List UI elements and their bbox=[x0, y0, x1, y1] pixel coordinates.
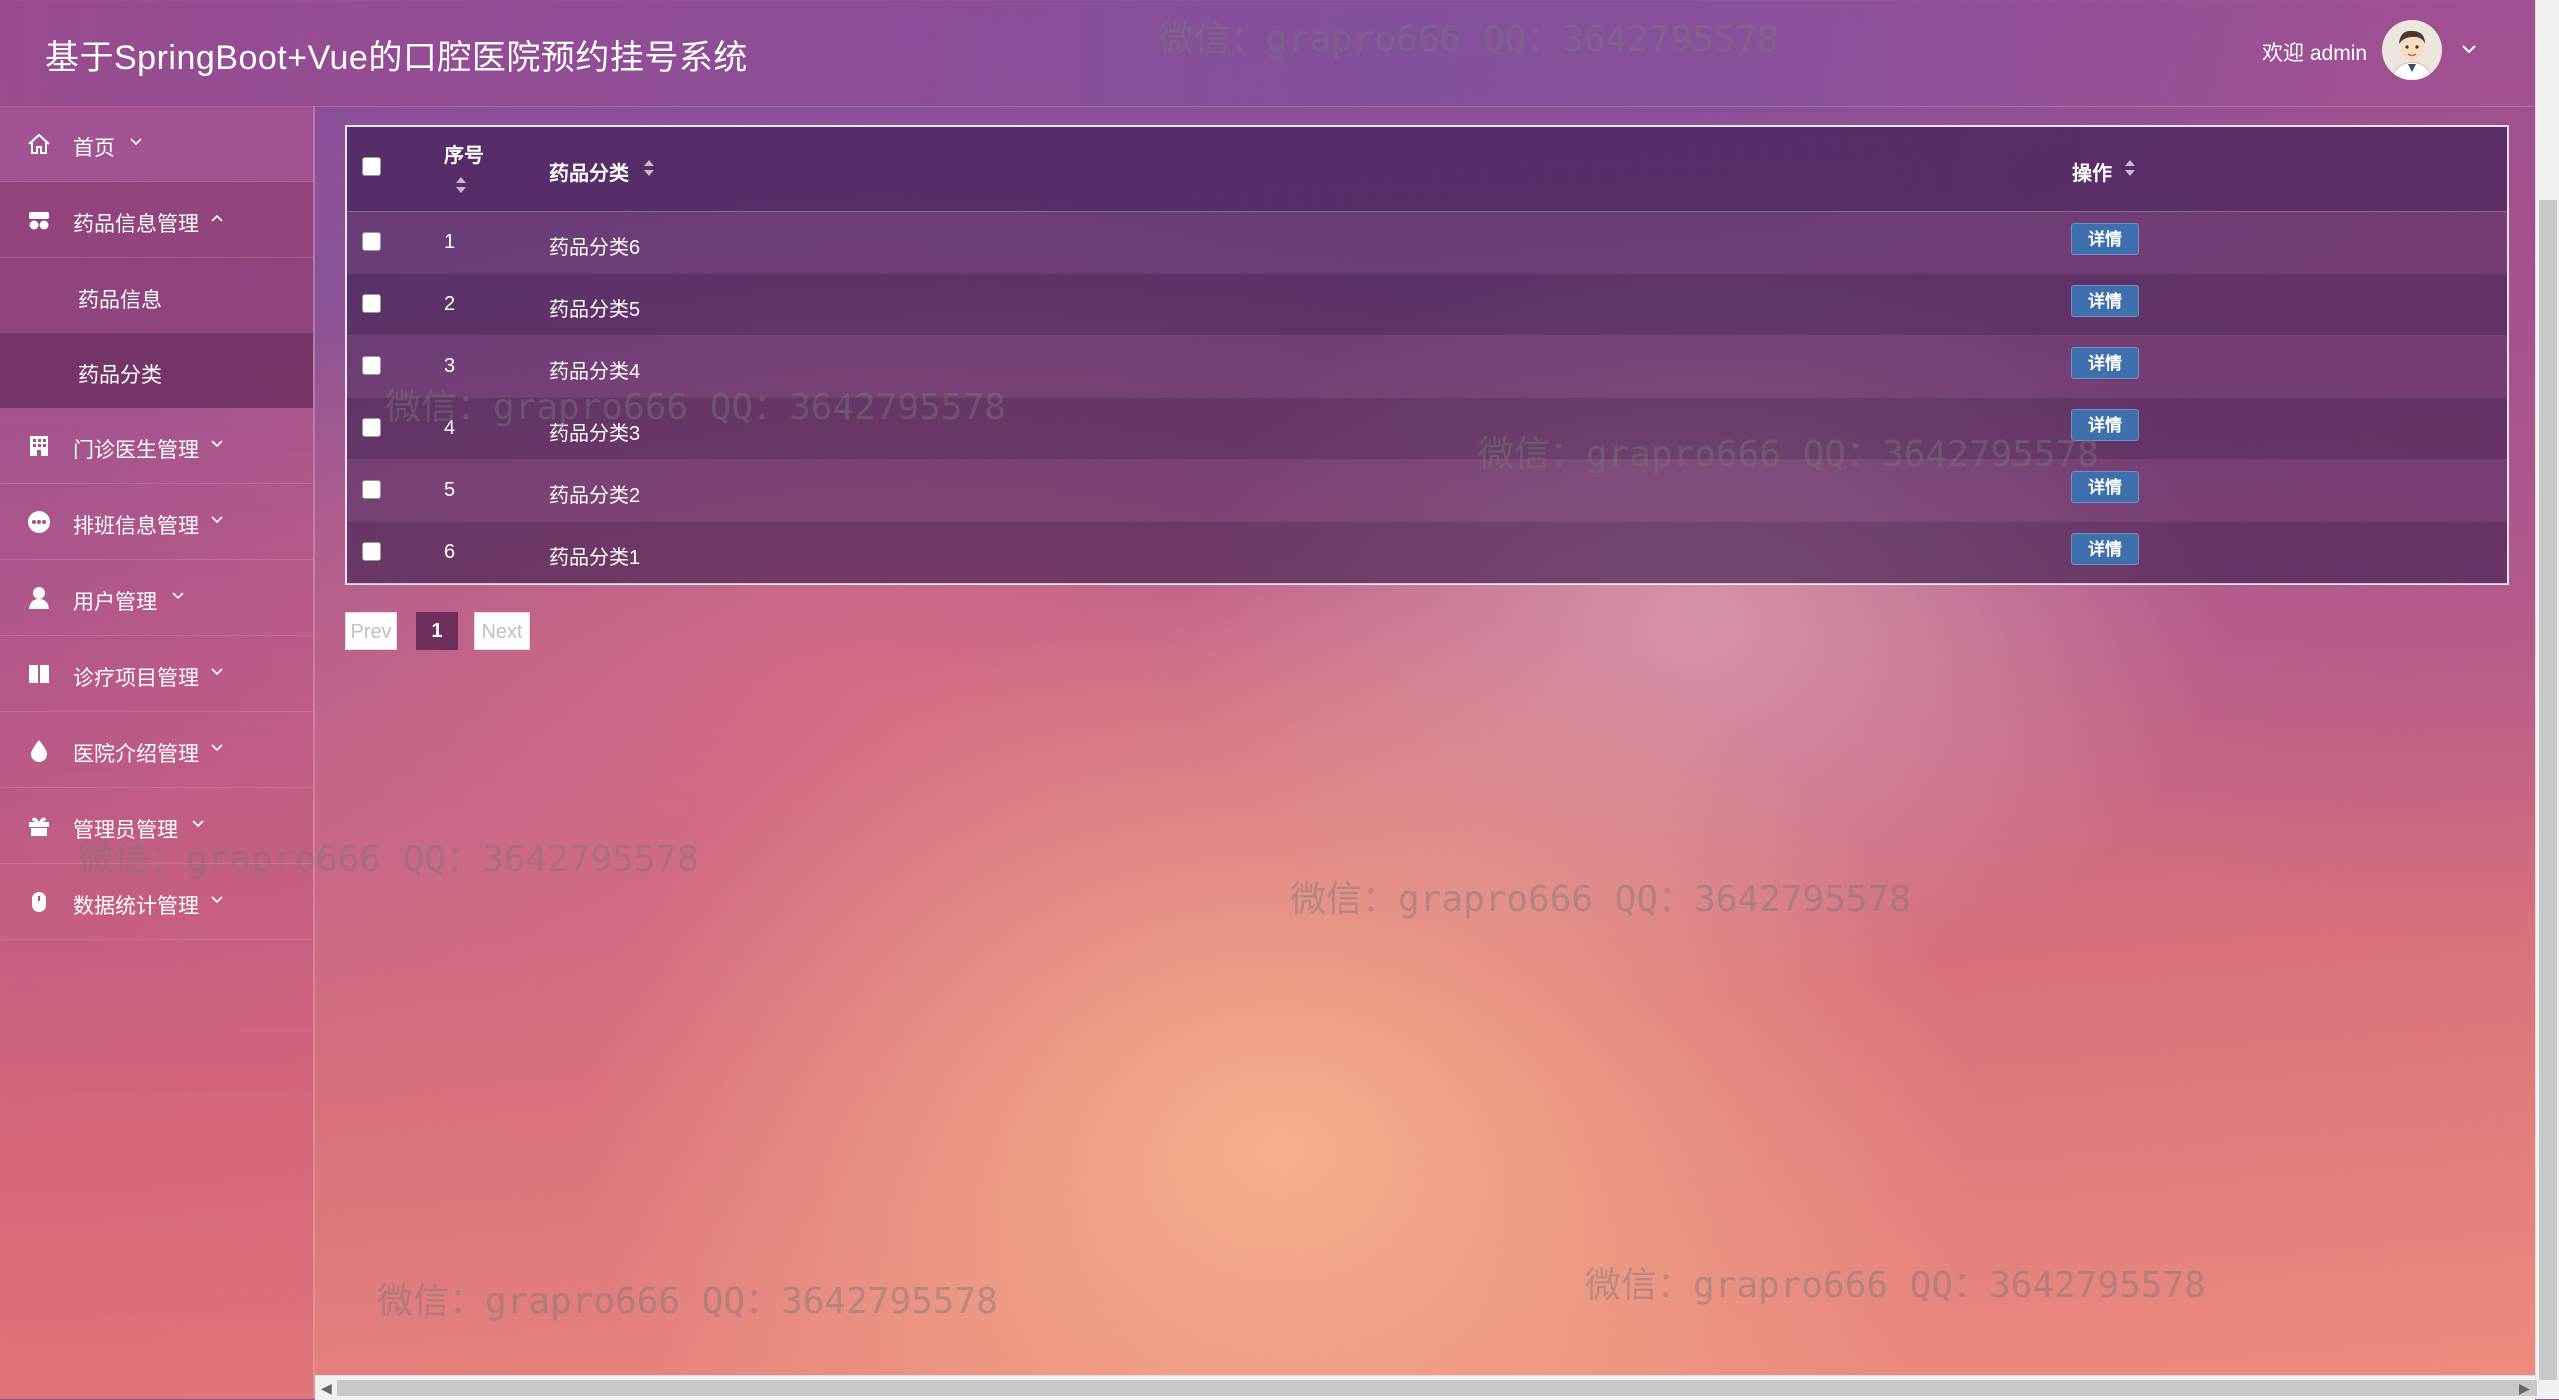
book-icon bbox=[29, 665, 49, 683]
category-table: 序号 药品分类 操作 1 药品分类6 详情 2 药品分类5 详情 3 药品分类4… bbox=[345, 125, 2509, 585]
sidebar-item-home[interactable]: 首页 bbox=[0, 106, 313, 182]
column-header-action[interactable]: 操作 bbox=[2072, 157, 2112, 186]
vertical-scroll-thumb[interactable] bbox=[2539, 200, 2557, 1380]
sidebar-item-label: 排班信息管理 bbox=[73, 515, 199, 538]
watermark: 微信：grapro666 QQ：3642795578 bbox=[1290, 879, 1911, 920]
home-icon bbox=[28, 133, 50, 154]
chevron-down-icon bbox=[192, 820, 204, 828]
cell-category: 药品分类6 bbox=[549, 237, 641, 259]
sidebar-subitem-label: 药品分类 bbox=[78, 364, 162, 387]
detail-button[interactable]: 详情 bbox=[2071, 533, 2139, 565]
detail-button[interactable]: 详情 bbox=[2071, 285, 2139, 317]
sort-icon[interactable] bbox=[2123, 157, 2137, 179]
watermark: 微信：grapro666 QQ：3642795578 bbox=[1585, 1265, 2206, 1306]
row-checkbox[interactable] bbox=[362, 418, 381, 437]
sort-icon[interactable] bbox=[642, 157, 656, 179]
pagination-page[interactable]: 1 bbox=[416, 612, 458, 650]
cell-index: 2 bbox=[444, 293, 456, 315]
sidebar-subitem-label: 药品信息 bbox=[78, 289, 162, 312]
select-all-checkbox[interactable] bbox=[362, 157, 381, 176]
row-checkbox[interactable] bbox=[362, 232, 381, 251]
cell-category: 药品分类4 bbox=[549, 361, 641, 383]
sort-icon[interactable] bbox=[454, 174, 468, 196]
sidebar-subitem-medicine-info[interactable]: 药品信息 bbox=[0, 258, 313, 333]
welcome-text: 欢迎 admin bbox=[2262, 42, 2368, 65]
cell-category: 药品分类5 bbox=[549, 299, 641, 321]
pagination-prev[interactable]: Prev bbox=[345, 612, 397, 650]
sidebar-item-label: 门诊医生管理 bbox=[73, 439, 199, 462]
drop-icon bbox=[31, 740, 47, 762]
avatar-image bbox=[2382, 20, 2442, 80]
cell-index: 5 bbox=[444, 479, 456, 501]
sidebar-item-treatment[interactable]: 诊疗项目管理 bbox=[0, 636, 313, 712]
sidebar-item-schedule[interactable]: 排班信息管理 bbox=[0, 484, 313, 560]
detail-button[interactable]: 详情 bbox=[2071, 471, 2139, 503]
sidebar-item-label: 管理员管理 bbox=[73, 819, 178, 842]
chevron-down-icon bbox=[130, 138, 142, 146]
chevron-down-icon bbox=[211, 896, 223, 904]
detail-button[interactable]: 详情 bbox=[2071, 347, 2139, 379]
horizontal-scroll-thumb[interactable] bbox=[337, 1380, 2537, 1396]
user-icon bbox=[29, 587, 49, 609]
app-title: 基于SpringBoot+Vue的口腔医院预约挂号系统 bbox=[45, 39, 748, 77]
sidebar: 首页 药品信息管理 药品信息 药品分类 门诊医生管理 排班信息管理 用户管理 诊… bbox=[0, 106, 315, 1399]
scroll-right-icon[interactable]: ▶ bbox=[2519, 1380, 2530, 1397]
chevron-down-icon bbox=[211, 668, 223, 676]
chevron-up-icon bbox=[211, 214, 223, 222]
cell-index: 6 bbox=[444, 541, 456, 563]
table-row: 5 药品分类2 详情 bbox=[347, 459, 2507, 522]
chevron-down-icon[interactable] bbox=[2458, 38, 2480, 60]
building-icon bbox=[30, 436, 48, 456]
cell-category: 药品分类1 bbox=[549, 547, 641, 569]
sidebar-item-label: 数据统计管理 bbox=[73, 895, 199, 918]
chevron-down-icon bbox=[211, 440, 223, 448]
vertical-scrollbar[interactable] bbox=[2535, 0, 2559, 1399]
sidebar-item-label: 首页 bbox=[73, 137, 115, 160]
watermark: 微信：grapro666 QQ：3642795578 bbox=[377, 1281, 998, 1322]
table-row: 1 药品分类6 详情 bbox=[347, 211, 2507, 274]
sidebar-item-label: 医院介绍管理 bbox=[73, 743, 199, 766]
cell-index: 1 bbox=[444, 231, 456, 253]
sidebar-item-statistics[interactable]: 数据统计管理 bbox=[0, 864, 313, 940]
avatar[interactable] bbox=[2382, 20, 2442, 80]
table-row: 2 药品分类5 详情 bbox=[347, 273, 2507, 336]
column-header-category[interactable]: 药品分类 bbox=[549, 157, 629, 186]
column-header-index[interactable]: 序号 bbox=[444, 139, 484, 168]
medicine-icon bbox=[29, 212, 49, 230]
cell-index: 4 bbox=[444, 417, 456, 439]
cell-index: 3 bbox=[444, 355, 456, 377]
cell-category: 药品分类3 bbox=[549, 423, 641, 445]
chevron-down-icon bbox=[172, 592, 184, 600]
gift-icon bbox=[29, 817, 49, 836]
detail-button[interactable]: 详情 bbox=[2071, 409, 2139, 441]
chevron-down-icon bbox=[211, 516, 223, 524]
row-checkbox[interactable] bbox=[362, 356, 381, 375]
top-header: 基于SpringBoot+Vue的口腔医院预约挂号系统 欢迎 admin bbox=[0, 0, 2535, 107]
table-row: 6 药品分类1 详情 bbox=[347, 521, 2507, 584]
cell-category: 药品分类2 bbox=[549, 485, 641, 507]
table-header: 序号 药品分类 操作 bbox=[347, 127, 2507, 212]
sidebar-item-hospital-intro[interactable]: 医院介绍管理 bbox=[0, 712, 313, 788]
mouse-icon bbox=[32, 892, 46, 912]
table-row: 4 药品分类3 详情 bbox=[347, 397, 2507, 460]
sidebar-subitem-medicine-category[interactable]: 药品分类 bbox=[0, 333, 313, 408]
row-checkbox[interactable] bbox=[362, 294, 381, 313]
row-checkbox[interactable] bbox=[362, 480, 381, 499]
pagination-next[interactable]: Next bbox=[474, 612, 530, 650]
sidebar-item-medicine[interactable]: 药品信息管理 bbox=[0, 182, 313, 258]
table-row: 3 药品分类4 详情 bbox=[347, 335, 2507, 398]
sidebar-item-label: 诊疗项目管理 bbox=[73, 667, 199, 690]
sidebar-item-label: 用户管理 bbox=[73, 591, 157, 614]
sidebar-item-admin[interactable]: 管理员管理 bbox=[0, 788, 313, 864]
horizontal-scrollbar[interactable]: ◀ ▶ bbox=[315, 1375, 2537, 1400]
sidebar-item-user[interactable]: 用户管理 bbox=[0, 560, 313, 636]
chevron-down-icon bbox=[211, 744, 223, 752]
sidebar-item-label: 药品信息管理 bbox=[73, 213, 199, 236]
detail-button[interactable]: 详情 bbox=[2071, 223, 2139, 255]
row-checkbox[interactable] bbox=[362, 542, 381, 561]
schedule-icon bbox=[28, 511, 50, 533]
sidebar-item-doctor[interactable]: 门诊医生管理 bbox=[0, 408, 313, 484]
scroll-left-icon[interactable]: ◀ bbox=[321, 1380, 332, 1397]
